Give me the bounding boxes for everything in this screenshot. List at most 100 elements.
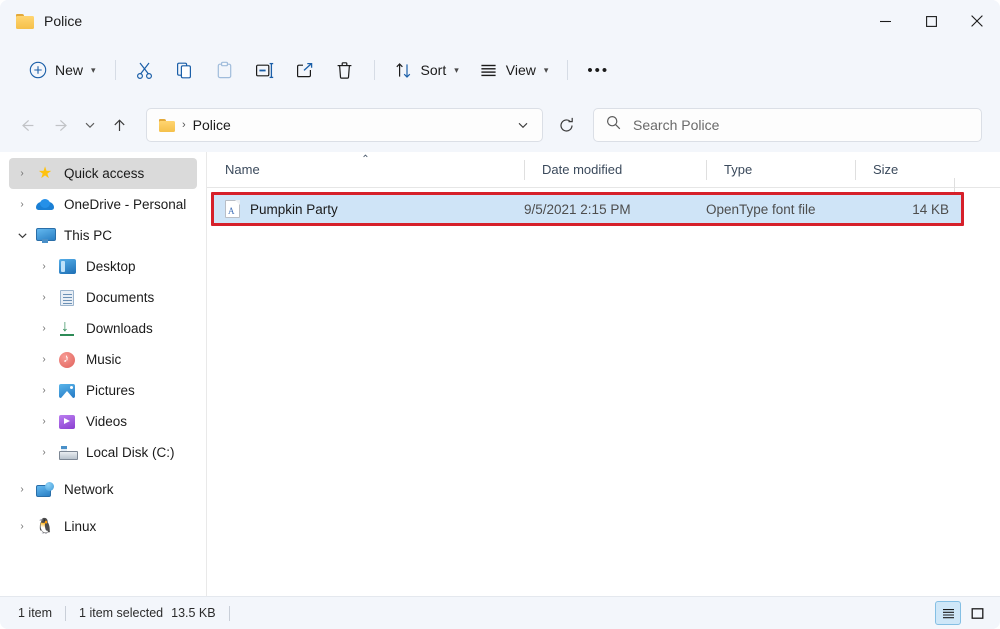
selection-size-label: 13.5 KB — [171, 606, 216, 620]
chevron-right-icon[interactable]: › — [31, 406, 57, 437]
file-date-cell: 9/5/2021 2:15 PM — [524, 201, 631, 217]
rename-icon — [255, 60, 275, 80]
documents-icon — [57, 289, 77, 307]
sidebar-item-local-disk-c[interactable]: › Local Disk (C:) — [31, 437, 197, 468]
sidebar-item-label: Network — [64, 482, 114, 497]
file-type-cell: OpenType font file — [706, 201, 816, 217]
sidebar-item-label: Quick access — [64, 166, 145, 181]
forward-button[interactable] — [44, 108, 78, 142]
sidebar-item-label: Videos — [86, 414, 128, 429]
font-file-icon — [225, 200, 240, 218]
chevron-right-icon[interactable]: › — [31, 375, 57, 406]
details-view-button[interactable] — [935, 601, 961, 625]
sidebar-item-desktop[interactable]: › Desktop — [31, 251, 197, 282]
refresh-button[interactable] — [549, 108, 583, 142]
chevron-right-icon[interactable]: › — [31, 344, 57, 375]
column-header-date-modified[interactable]: Date modified — [524, 152, 706, 188]
maximize-button[interactable] — [908, 0, 954, 42]
status-divider-2 — [228, 605, 230, 621]
network-icon — [35, 481, 55, 499]
linux-penguin-icon: 🐧 — [35, 518, 55, 535]
star-icon: ★ — [37, 164, 53, 182]
sidebar-item-label: Music — [86, 352, 122, 367]
address-dropdown-button[interactable] — [510, 112, 536, 138]
toolbar-divider-2 — [373, 60, 375, 80]
new-button[interactable]: New ▾ — [18, 53, 106, 87]
column-header-type[interactable]: Type — [706, 152, 855, 188]
disk-icon — [57, 444, 78, 462]
cloud-icon — [35, 196, 55, 214]
chevron-down-icon[interactable] — [9, 220, 35, 251]
file-size-cell: 14 KB — [912, 201, 949, 217]
minimize-button[interactable] — [862, 0, 908, 42]
sidebar-item-downloads[interactable]: › Downloads — [31, 313, 197, 344]
chevron-right-icon[interactable]: › — [31, 313, 57, 344]
file-name-cell: Pumpkin Party — [213, 200, 524, 218]
chevron-down-icon: ▾ — [454, 64, 459, 75]
sidebar-item-quick-access[interactable]: › ★ Quick access — [9, 158, 197, 189]
sidebar-item-this-pc[interactable]: This PC — [9, 220, 197, 251]
copy-button[interactable] — [165, 53, 205, 87]
sidebar-item-linux[interactable]: › 🐧 Linux — [9, 511, 197, 542]
share-icon — [295, 60, 315, 80]
file-name: Pumpkin Party — [250, 201, 338, 217]
chevron-down-icon: ▾ — [543, 64, 549, 75]
rename-button[interactable] — [245, 53, 285, 87]
search-input[interactable]: Search Police — [633, 117, 719, 133]
delete-button[interactable] — [325, 53, 365, 87]
toolbar-divider — [114, 60, 116, 80]
more-options-button[interactable]: ••• — [577, 53, 619, 87]
breadcrumb-path[interactable]: Police — [193, 117, 231, 133]
view-button[interactable]: View ▾ — [469, 53, 559, 87]
sidebar-item-videos[interactable]: › Videos — [31, 406, 197, 437]
sidebar-item-music[interactable]: › Music — [31, 344, 197, 375]
status-bar: 1 item 1 item selected 13.5 KB — [0, 596, 1000, 629]
music-icon — [57, 351, 77, 369]
command-toolbar: New ▾ Sort ▾ View ▾ ••• — [0, 42, 1000, 98]
sidebar-item-label: Pictures — [86, 383, 135, 398]
cut-button[interactable] — [125, 53, 165, 87]
chevron-right-icon[interactable]: › — [31, 282, 57, 313]
clipboard-icon — [215, 60, 235, 80]
sidebar-item-label: Downloads — [86, 321, 153, 336]
chevron-right-icon[interactable]: › — [9, 474, 35, 505]
close-button[interactable] — [954, 0, 1000, 42]
file-list-pane: ⌃ Name Date modified Type Size A Pumpkin… — [207, 152, 1000, 596]
sidebar-item-onedrive[interactable]: › OneDrive - Personal — [9, 189, 197, 220]
paste-button[interactable] — [205, 53, 245, 87]
chevron-right-icon[interactable]: › — [31, 437, 57, 468]
sort-ascending-icon: ⌃ — [361, 153, 370, 165]
search-icon — [606, 115, 621, 135]
up-button[interactable] — [102, 108, 136, 142]
share-button[interactable] — [285, 53, 325, 87]
large-icons-view-button[interactable] — [964, 601, 990, 625]
chevron-right-icon[interactable]: › — [9, 511, 35, 542]
sort-button[interactable]: Sort ▾ — [384, 53, 469, 87]
title-bar-left: Police — [0, 13, 82, 29]
column-header-size[interactable]: Size — [855, 152, 954, 188]
table-row[interactable]: Pumpkin Party 9/5/2021 2:15 PM OpenType … — [213, 194, 962, 224]
column-header-name[interactable]: ⌃ Name — [207, 152, 524, 188]
column-label: Type — [724, 162, 753, 177]
folder-icon — [16, 13, 34, 29]
sidebar-item-documents[interactable]: › Documents — [31, 282, 197, 313]
sidebar-item-pictures[interactable]: › Pictures — [31, 375, 197, 406]
chevron-right-icon[interactable]: › — [31, 251, 57, 282]
column-header-row: ⌃ Name Date modified Type Size — [207, 152, 1000, 198]
chevron-right-icon[interactable]: › — [9, 189, 35, 220]
sidebar-item-label: OneDrive - Personal — [64, 197, 187, 212]
scissors-icon — [135, 60, 155, 80]
back-button[interactable] — [10, 108, 44, 142]
new-button-label: New — [55, 62, 84, 78]
recent-locations-button[interactable] — [78, 108, 102, 142]
file-explorer-window: Police New ▾ Sort ▾ View ▾ ••• › Police … — [0, 0, 1000, 629]
sidebar-item-label: Desktop — [86, 259, 136, 274]
search-box[interactable]: Search Police — [593, 108, 982, 142]
sort-icon — [394, 60, 414, 80]
view-toggle-group — [935, 601, 990, 625]
sidebar-item-network[interactable]: › Network — [9, 474, 197, 505]
toolbar-divider-3 — [567, 60, 569, 80]
address-bar[interactable]: › Police — [146, 108, 543, 142]
chevron-right-icon[interactable]: › — [9, 158, 35, 189]
monitor-icon — [35, 227, 56, 245]
